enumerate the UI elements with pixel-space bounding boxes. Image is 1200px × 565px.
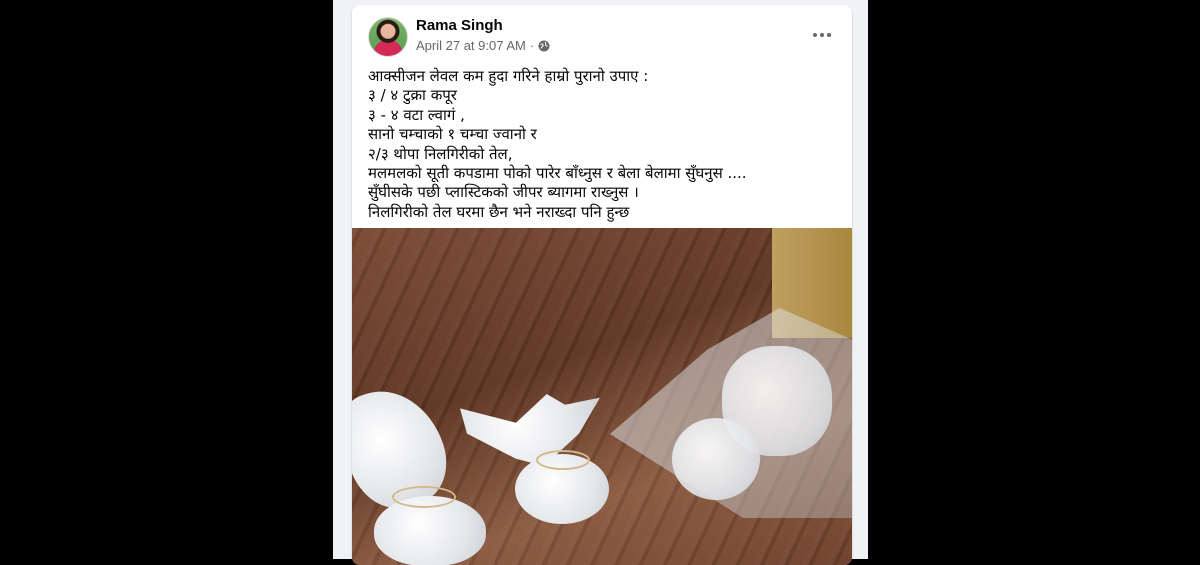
post-text: आक्सीजन लेवल कम हुदा गरिने हाम्रो पुरानो… [368,67,838,222]
avatar[interactable] [368,17,408,57]
globe-icon [538,40,550,51]
more-dot [827,33,831,37]
author-name[interactable]: Rama Singh [416,17,503,34]
post-text-line: मलमलको सूती कपडामा पोको पारेर बाँध्नुस र… [368,164,747,183]
post-text-line: सुँघीसके पछी प्लास्टिकको जीपर ब्यागमा रा… [368,183,639,202]
post-text-line: ३ / ४ टुक्रा कपूर [368,86,457,105]
more-dot [820,33,824,37]
post-card: Rama Singh April 27 at 9:07 AM · आक्सीजन… [352,5,852,565]
post-photo[interactable] [352,228,852,565]
post-meta: April 27 at 9:07 AM · [416,38,550,53]
more-options-button[interactable] [806,21,838,49]
cloth-bundle-in-bag-ball [672,418,760,500]
string-tie-left [392,486,456,508]
string-tie-middle [536,450,590,470]
meta-separator: · [529,38,535,53]
post-text-line: निलगिरीको तेल घरमा छैन भने नराख्दा पनि ह… [368,202,630,221]
post-text-line: सानो चम्चाको १ चम्चा ज्वानो र [368,125,537,144]
post-text-line: आक्सीजन लेवल कम हुदा गरिने हाम्रो पुरानो… [368,67,649,85]
post-text-line: २/३ थोपा निलगिरीको तेल, [368,144,513,163]
post-timestamp[interactable]: April 27 at 9:07 AM [416,38,526,53]
post-header: Rama Singh April 27 at 9:07 AM · [352,5,852,65]
post-text-line: ३ - ४ वटा ल्वागं , [368,105,465,124]
more-horizontal-icon [813,33,817,37]
